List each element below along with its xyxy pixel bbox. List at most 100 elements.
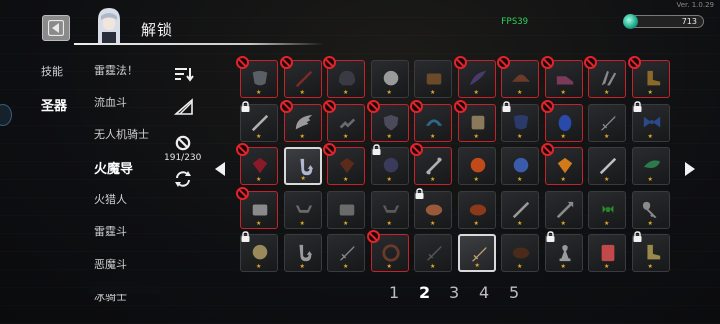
bow-icon	[295, 204, 312, 213]
list-item[interactable]: 恶魔斗	[94, 256, 127, 272]
artifact-slot[interactable]: ★	[540, 56, 583, 98]
filter-button[interactable]	[174, 98, 194, 116]
artifact-slot[interactable]: ★	[501, 147, 539, 185]
ban-icon	[410, 143, 423, 156]
artifact-slot[interactable]: ★	[588, 147, 626, 185]
artifact-slot[interactable]: ★	[370, 60, 409, 98]
star-icon: ★	[299, 132, 305, 140]
artifact-slot[interactable]: ★	[627, 56, 670, 98]
artifact-slot[interactable]: ★	[370, 190, 409, 229]
list-item[interactable]: 无人机骑士	[94, 126, 149, 142]
artifact-slot[interactable]: ★	[327, 190, 365, 229]
artifact-slot[interactable]: ★	[497, 56, 539, 98]
star-icon: ★	[386, 176, 392, 183]
pawn-icon	[559, 244, 570, 262]
star-icon: ★	[256, 219, 262, 227]
orb-icon	[252, 244, 268, 260]
list-item[interactable]: 火猎人	[94, 191, 127, 207]
artifact-slot[interactable]: ★	[236, 143, 278, 185]
sword-icon	[426, 245, 442, 261]
artifact-slot[interactable]: ★	[327, 234, 365, 272]
artifact-slot[interactable]: ★	[501, 190, 539, 229]
artifact-slot[interactable]: ★	[631, 190, 670, 229]
artifact-slot[interactable]: ★	[410, 99, 452, 142]
artifact-slot[interactable]: ★	[279, 56, 322, 98]
star-icon: ★	[343, 219, 349, 227]
arc-icon	[425, 118, 443, 126]
list-item[interactable]: 流血斗	[94, 94, 127, 110]
artifact-slot[interactable]: ★	[453, 99, 496, 142]
artifact-slot[interactable]: ★	[457, 190, 496, 229]
artifact-slot[interactable]: ★	[414, 60, 452, 98]
bug-icon	[602, 204, 614, 213]
artifact-slot[interactable]: ★	[240, 231, 278, 272]
list-item-selected[interactable]: 火魔导	[94, 158, 133, 177]
artifact-slot[interactable]: ★	[283, 190, 322, 229]
artifact-slot[interactable]: ★	[588, 190, 626, 229]
sort-button[interactable]	[174, 66, 194, 82]
back-button[interactable]	[42, 15, 70, 41]
page-number[interactable]: 3	[449, 283, 479, 302]
tab-artifacts[interactable]: 圣器	[41, 95, 67, 114]
page-number[interactable]: 4	[479, 283, 509, 302]
artifact-slot[interactable]: ★	[410, 143, 452, 185]
artifact-slot[interactable]: ★	[501, 100, 539, 142]
next-page-arrow[interactable]	[685, 162, 695, 176]
ring-icon	[381, 244, 400, 262]
artifact-slot[interactable]: ★	[283, 147, 322, 185]
artifact-slot[interactable]: ★	[414, 234, 452, 272]
artifact-slot[interactable]: ★	[588, 103, 626, 142]
artifact-slot[interactable]: ★	[279, 99, 322, 142]
page-number[interactable]: 2	[419, 283, 449, 302]
artifact-slot[interactable]: ★	[323, 99, 365, 142]
artifact-slot[interactable]: ★	[540, 143, 583, 185]
gem-icon	[557, 157, 572, 174]
artifact-slot[interactable]: ★	[544, 190, 583, 229]
artifact-slot[interactable]: ★	[540, 99, 583, 142]
artifact-slot[interactable]: ★	[588, 234, 626, 272]
tab-skills[interactable]: 技能	[41, 63, 63, 79]
artifact-slot[interactable]: ★	[236, 56, 278, 98]
prev-page-arrow[interactable]	[215, 162, 225, 176]
artifact-slot[interactable]: ★	[453, 56, 496, 98]
artifact-slot[interactable]: ★	[631, 147, 670, 185]
lock-icon	[633, 231, 641, 242]
box-icon	[339, 204, 355, 215]
refresh-button[interactable]	[173, 170, 193, 188]
sort-icon	[175, 68, 194, 82]
list-item[interactable]: 雷霆法！	[94, 62, 138, 78]
artifact-slot[interactable]: ★	[544, 231, 583, 272]
artifact-slot[interactable]: ★	[457, 234, 496, 272]
sword-icon	[471, 246, 486, 262]
artifact-slot[interactable]: ★	[457, 147, 496, 185]
artifact-slot[interactable]: ★	[323, 143, 365, 185]
artifact-slot[interactable]: ★	[323, 56, 365, 98]
ban-toggle-button[interactable]	[175, 135, 191, 151]
artifact-slot[interactable]: ★	[414, 187, 452, 229]
currency-value: 713	[681, 17, 697, 26]
list-item[interactable]: 雷霆斗	[94, 223, 127, 239]
artifact-slot[interactable]: ★	[366, 99, 409, 142]
artifact-slot[interactable]: ★	[283, 234, 322, 272]
artifact-grid: ★ ★ ★ ★ ★ ★ ★ ★ ★ ★ ★ ★ ★ ★ ★ ★ ★ ★ ★ ★ ★ ★ ★ ★ ★ ★ ★ ★ ★ ★ ★ ★ ★ ★ ★ ★ ★ ★ ★ ★…	[236, 56, 670, 272]
meat-icon	[469, 204, 486, 215]
page-number[interactable]: 1	[389, 283, 419, 302]
artifact-slot[interactable]: ★	[501, 234, 539, 272]
star-icon: ★	[386, 89, 392, 96]
ban-icon	[453, 56, 467, 69]
ban-icon	[279, 56, 293, 69]
star-icon: ★	[647, 219, 653, 227]
star-icon: ★	[560, 132, 566, 140]
artifact-slot[interactable]: ★	[240, 100, 278, 142]
blade-icon	[295, 70, 312, 88]
artifact-slot[interactable]: ★	[631, 231, 670, 272]
artifact-slot[interactable]: ★	[366, 230, 409, 272]
star-icon: ★	[473, 132, 479, 140]
artifact-slot[interactable]: ★	[370, 144, 409, 185]
star-icon: ★	[604, 263, 610, 270]
artifact-slot[interactable]: ★	[236, 186, 278, 229]
bone-icon	[426, 157, 442, 175]
artifact-slot[interactable]: ★	[584, 56, 626, 98]
page-number[interactable]: 5	[509, 283, 539, 302]
artifact-slot[interactable]: ★	[631, 100, 670, 142]
